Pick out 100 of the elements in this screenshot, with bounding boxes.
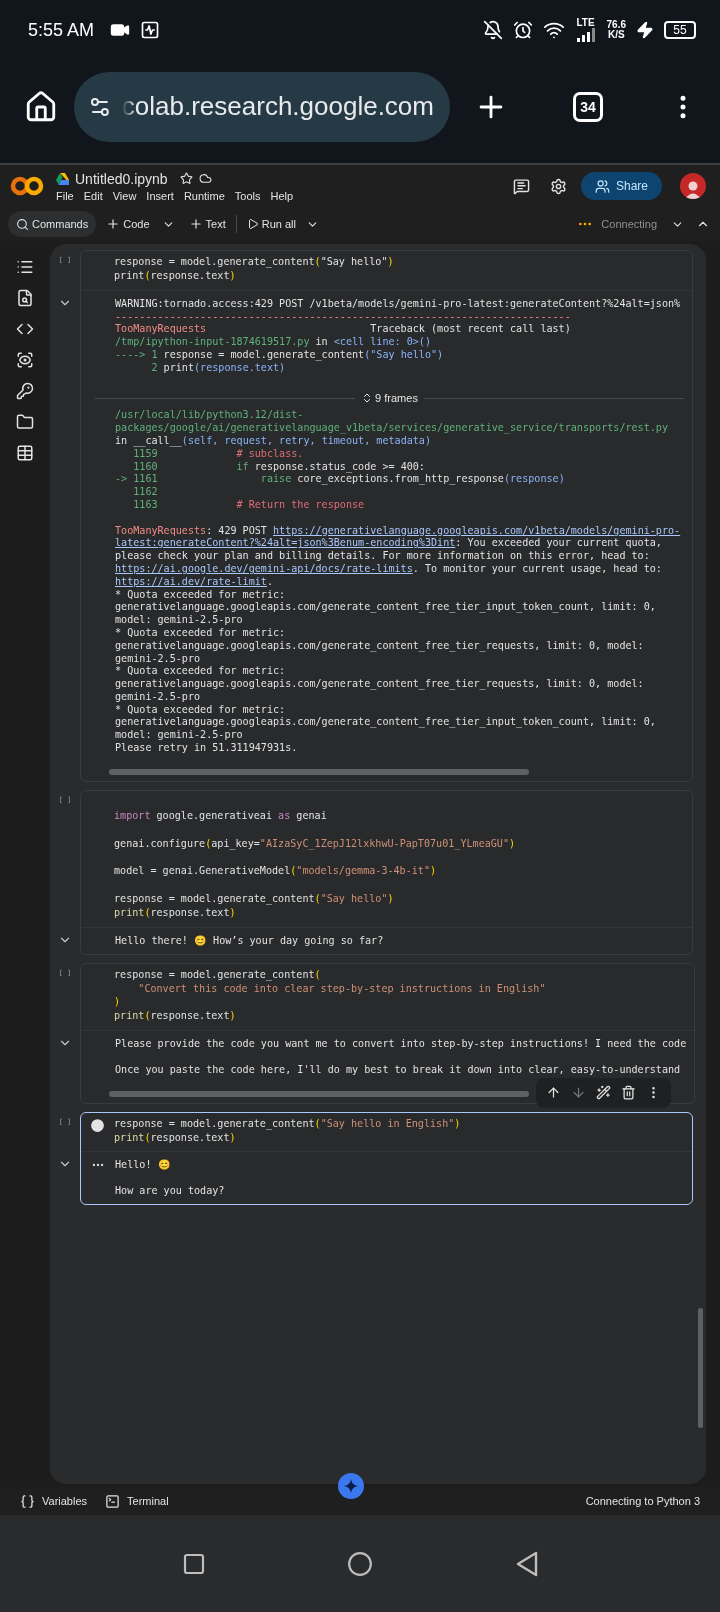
alarm-icon [512,20,533,40]
code-line: genai.configure(api_key="AIzaSyC_1ZepJ12lxkhwU-PapT07u01_YLmeaGU") [114,836,516,851]
frames-toggle[interactable]: 9 frames [361,392,418,405]
star-icon[interactable] [179,172,193,185]
cloud-icon [198,172,212,185]
output-line: * Quota exceeded for metric: [115,588,286,602]
output-text: . [266,575,273,587]
move-up-button[interactable] [546,1085,561,1101]
magic-wand-button[interactable] [596,1085,611,1101]
url-text: colab.research.google.com [121,91,434,122]
code-line: model = genai.GenerativeModel("models/gemma-3-4b-it") [114,864,437,879]
add-code-button[interactable]: Code [104,217,152,231]
code-line: response = model.generate_content( [114,967,321,982]
home-button[interactable] [24,89,58,124]
output-line: How are you today? [115,1185,225,1198]
output-line: Hello there! 😊 How’s your day going so far? [115,934,384,948]
link[interactable]: latest:generateContent?%24alt=json%3Benum-encoding%3Dint [115,537,456,549]
output-line: Please retry in 51.311947931s. [115,742,298,755]
table-icon[interactable] [16,444,34,462]
comment-icon[interactable] [512,177,530,195]
code-line: ) [114,995,121,1010]
menu-item[interactable]: View [112,189,137,202]
output-line: 1162 [132,486,158,499]
network-type: LTE [576,18,595,28]
output-line: * Quota exceeded for metric: [115,665,286,679]
output-text: : 429 POST [206,524,268,536]
output-text: TooManyRequests [115,524,207,536]
battery-indicator: 55 [664,21,696,39]
share-button[interactable]: Share [580,172,662,200]
output-line: in __call__(self, request, retry, timeout, metadata) [115,434,431,448]
menu-item[interactable]: Help [270,189,294,202]
commands-button[interactable]: Commands [8,211,97,237]
output-line: generativelanguage.googleapis.com/generate_content_free_tier_input_token_count, limit: 0, [115,716,656,730]
address-bar[interactable]: colab.research.google.com [74,71,450,142]
code-cell[interactable] [80,962,696,1104]
code-line: response = model.generate_content("Say hello") [114,892,394,906]
add-text-button[interactable]: Text [186,217,228,231]
folder-icon[interactable] [16,413,34,431]
clock: 5:55 AM [28,19,95,41]
output-line: 1160 if response.status_code >= 400: [132,460,425,474]
link[interactable]: https://ai.dev/rate-limit [115,575,267,587]
home-nav-button[interactable] [347,1550,373,1577]
output-line: * Quota exceeded for metric: [115,703,286,717]
avatar[interactable] [680,173,706,199]
colab-logo[interactable] [10,176,44,196]
output-line: ----> 1 response = model.generate_content("Say hello") [115,348,444,362]
delete-button[interactable] [621,1085,636,1101]
recents-button[interactable] [182,1551,207,1576]
menu-item[interactable]: File [56,189,74,202]
link[interactable]: https://generativelanguage.googleapis.com/v1beta/models/gemini-pro- [273,524,681,536]
output-text: : You exceeded your current quota, [455,537,662,549]
signal-icon [574,28,597,42]
code-line: print(response.text) [114,1009,236,1024]
output-line: WARNING:tornado.access:429 POST /v1beta/models/gemini-pro-latest:generateContent?%24alt=json% [115,297,681,311]
link[interactable]: https://ai.google.dev/gemini-api/docs/rate-limits [115,562,413,574]
output-line: * Quota exceeded for metric: [115,626,286,640]
code-line: response = model.generate_content("Say hello") [114,255,394,269]
output-text: . To monitor your current usage, head to: [412,562,662,574]
output-line: Once you paste the code here, I'll do my best to break it down into clear, easy-to-understand [115,1063,681,1077]
output-line: gemini-2.5-pro [115,652,201,666]
speed-unit: K/S [607,30,625,40]
output-line: generativelanguage.googleapis.com/generate_content_free_tier_input_token_count, limit: 0, [115,601,656,615]
notebook-title[interactable]: Untitled0.ipynb [75,170,168,187]
key-icon[interactable] [16,382,34,400]
output-line: -> 1161 raise core_exceptions.from_http_response(response) [115,473,565,487]
output-line: Hello! 😊 [115,1159,171,1173]
run-all-button[interactable]: Run all [244,218,298,230]
eye-icon[interactable] [16,351,34,369]
code-line: print(response.text) [114,906,236,920]
code-cell[interactable] [80,250,693,782]
list-icon[interactable] [16,258,34,276]
output-line: generativelanguage.googleapis.com/generate_content_free_tier_requests, limit: 0, model: [115,678,644,691]
menu-item[interactable]: Runtime [183,189,225,202]
scrollbar[interactable] [698,1308,703,1428]
code-line: response = model.generate_content("Say hello in English") [114,1116,461,1131]
sparkle-button[interactable] [338,1473,364,1499]
settings-icon[interactable] [549,177,567,195]
connection-status[interactable]: Connecting [601,218,657,230]
menu-item[interactable]: Edit [83,189,103,202]
tab-switcher[interactable]: 34 [573,91,603,122]
code-line: print(response.text) [114,1130,236,1145]
output-line: generativelanguage.googleapis.com/generate_content_free_tier_requests, limit: 0, model: [115,639,644,653]
play-icon [246,218,259,230]
menu-item[interactable]: Tools [234,189,261,202]
output-line: /tmp/ipython-input-1874619517.py in <cell line: 0>() [115,336,431,349]
output-line: 1159 # subclass. [132,447,304,461]
output-line: Please provide the code you want me to convert into step-by-step instructions! I need the code [115,1038,687,1052]
output-line: please check your plan and billing details. For more information on this error, head to: [115,550,650,563]
runtime-status[interactable]: Connecting to Python 3 [585,1495,700,1507]
drive-icon [56,172,69,185]
menu-item[interactable]: Insert [146,189,174,202]
terminal-icon [105,1493,121,1509]
speed-value: 76.6 [606,20,626,30]
terminal-button[interactable]: Terminal [105,1493,169,1509]
variables-button[interactable]: Variables [20,1493,88,1509]
scrollbar[interactable] [109,768,529,775]
scrollbar[interactable] [109,1090,529,1097]
people-icon [594,178,610,194]
code-line: print(response.text) [114,268,236,283]
document-search-icon[interactable] [16,289,34,307]
